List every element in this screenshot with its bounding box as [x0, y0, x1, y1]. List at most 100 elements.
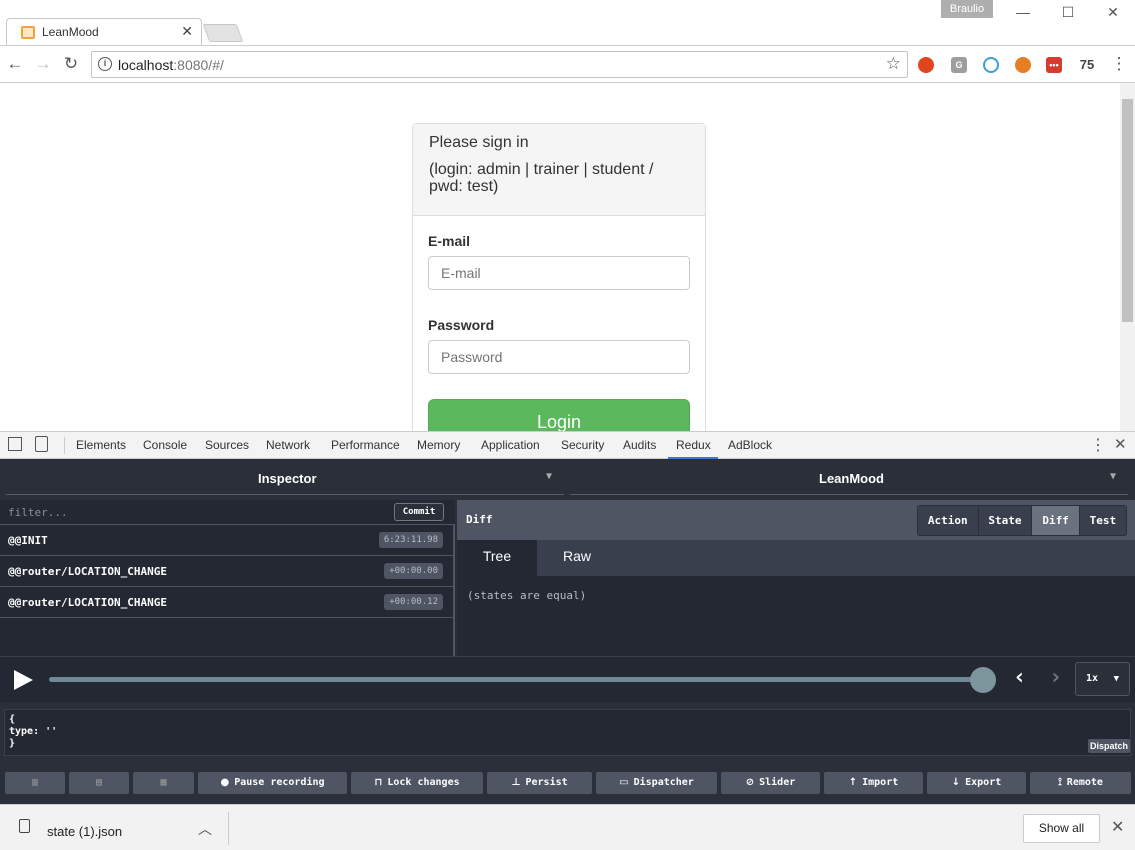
tab-sources[interactable]: Sources [205, 438, 249, 452]
list-item[interactable]: @@INIT 6:23:11.98 [0, 525, 453, 556]
dispatcher-button[interactable]: ▭ Dispatcher [596, 772, 717, 794]
profile-badge[interactable]: Braulio [941, 0, 993, 18]
action-time: +00:00.12 [384, 594, 443, 610]
action-time: +00:00.00 [384, 563, 443, 579]
bookmark-star-icon[interactable]: ☆ [886, 54, 901, 74]
mode-diff-button[interactable]: Diff [1032, 506, 1080, 535]
select-underline [6, 494, 564, 495]
list-item[interactable]: @@router/LOCATION_CHANGE +00:00.12 [0, 587, 453, 618]
browser-tab[interactable]: LeanMood ✕ [6, 18, 202, 45]
tab-network[interactable]: Network [266, 438, 310, 452]
forward-arrow-icon[interactable]: → [32, 53, 54, 75]
email-field[interactable] [428, 256, 690, 290]
slider-track[interactable] [49, 677, 983, 682]
pin-icon: ⊥ [511, 777, 521, 788]
show-all-button[interactable]: Show all [1023, 814, 1100, 843]
keyboard-icon: ▭ [619, 777, 629, 788]
button-label: Remote [1066, 777, 1103, 788]
tab-audits[interactable]: Audits [623, 438, 656, 452]
tab-adblock[interactable]: AdBlock [728, 438, 772, 452]
timeline-slider: ‹ › 1x ▼ [0, 656, 1135, 702]
dispatch-code[interactable]: { type: '' } [9, 714, 57, 750]
address-bar[interactable]: i localhost:8080/#/ ☆ [91, 51, 908, 78]
filter-row: filter... Commit [0, 500, 455, 525]
layout-left-icon[interactable]: ▥ [5, 772, 65, 794]
chevron-up-icon[interactable]: ︿ [198, 819, 212, 839]
extension-icon-g[interactable]: G [951, 57, 967, 73]
panel-title: Diff [466, 513, 493, 526]
device-toolbar-icon[interactable] [35, 436, 48, 452]
lock-changes-button[interactable]: ⊓ Lock changes [351, 772, 483, 794]
redux-devtools: Inspector ▼ LeanMood ▼ filter... Commit … [0, 459, 1135, 804]
close-tab-icon[interactable]: ✕ [181, 23, 193, 40]
close-shelf-icon[interactable]: ✕ [1111, 817, 1124, 837]
import-button[interactable]: ↑ Import [824, 772, 923, 794]
inspect-element-icon[interactable] [8, 437, 22, 451]
password-label: Password [428, 317, 495, 333]
list-item[interactable]: @@router/LOCATION_CHANGE +00:00.00 [0, 556, 453, 587]
button-label: Import [862, 777, 899, 788]
minimize-icon[interactable]: — [1011, 4, 1035, 22]
tab-redux[interactable]: Redux [676, 438, 711, 452]
previous-icon[interactable]: ‹ [1013, 665, 1026, 690]
login-heading: Please sign in [429, 134, 529, 151]
tab-raw[interactable]: Raw [537, 540, 617, 576]
chevron-down-icon: ▼ [1113, 674, 1119, 684]
slider-handle[interactable] [970, 667, 996, 693]
tab-memory[interactable]: Memory [417, 438, 460, 452]
persist-button[interactable]: ⊥ Persist [487, 772, 592, 794]
download-file-name[interactable]: state (1).json [47, 824, 122, 839]
next-icon[interactable]: › [1049, 665, 1062, 690]
tab-elements[interactable]: Elements [76, 438, 126, 452]
pause-recording-button[interactable]: ● Pause recording [198, 772, 347, 794]
tab-performance[interactable]: Performance [331, 438, 400, 452]
monitor-select-label[interactable]: Inspector [258, 471, 317, 486]
tab-application[interactable]: Application [481, 438, 540, 452]
filter-input[interactable]: filter... [8, 506, 68, 519]
extension-icon-ball[interactable] [1015, 57, 1031, 73]
button-label: Pause recording [234, 777, 325, 788]
menu-kebab-icon[interactable]: ⋮ [1108, 53, 1130, 75]
action-name: @@INIT [8, 534, 48, 547]
reload-icon[interactable]: ↻ [60, 53, 82, 75]
inspector-pane: Diff Action State Diff Test Tree Raw (st… [457, 500, 1135, 656]
mode-action-button[interactable]: Action [918, 506, 979, 535]
pause-icon: ● [220, 777, 230, 788]
email-label: E-mail [428, 233, 471, 249]
back-arrow-icon[interactable]: ← [4, 53, 26, 75]
new-tab-button[interactable] [202, 24, 244, 42]
mode-state-button[interactable]: State [979, 506, 1033, 535]
speed-select[interactable]: 1x ▼ [1075, 662, 1130, 696]
info-icon[interactable]: i [98, 57, 112, 71]
close-window-icon[interactable]: ✕ [1101, 4, 1125, 22]
chevron-down-icon[interactable]: ▼ [1110, 471, 1116, 482]
tab-tree[interactable]: Tree [457, 540, 537, 576]
dispatch-editor[interactable]: { type: '' } Dispatch [4, 709, 1131, 756]
tab-console[interactable]: Console [143, 438, 187, 452]
extension-icon-1[interactable] [918, 57, 934, 73]
tab-security[interactable]: Security [561, 438, 604, 452]
scrollbar-thumb[interactable] [1122, 99, 1133, 322]
dispatch-button[interactable]: Dispatch [1088, 739, 1130, 753]
password-field[interactable] [428, 340, 690, 374]
devtools-menu-icon[interactable]: ⋮ [1090, 435, 1106, 455]
slider-button[interactable]: ⊘ Slider [721, 772, 820, 794]
mode-test-button[interactable]: Test [1080, 506, 1126, 535]
page-scrollbar[interactable] [1120, 83, 1135, 431]
download-shelf: state (1).json ︿ Show all ✕ [0, 804, 1135, 850]
extension-badge-count[interactable]: 75 [1077, 57, 1097, 73]
speed-value: 1x [1086, 673, 1099, 684]
extension-icon-target[interactable] [983, 57, 999, 73]
maximize-icon[interactable]: ☐ [1056, 4, 1080, 22]
export-button[interactable]: ↓ Export [927, 772, 1026, 794]
instance-select-label[interactable]: LeanMood [819, 471, 884, 486]
chevron-down-icon[interactable]: ▼ [546, 471, 552, 482]
login-button[interactable]: Login [428, 399, 690, 431]
layout-right-icon[interactable]: ▦ [133, 772, 194, 794]
remote-button[interactable]: ⟟ Remote [1030, 772, 1131, 794]
extension-icon-dots[interactable]: ••• [1046, 57, 1062, 73]
play-icon[interactable] [14, 670, 33, 690]
devtools-close-icon[interactable]: ✕ [1114, 435, 1127, 453]
commit-button[interactable]: Commit [394, 503, 444, 521]
layout-bottom-icon[interactable]: ▤ [69, 772, 129, 794]
